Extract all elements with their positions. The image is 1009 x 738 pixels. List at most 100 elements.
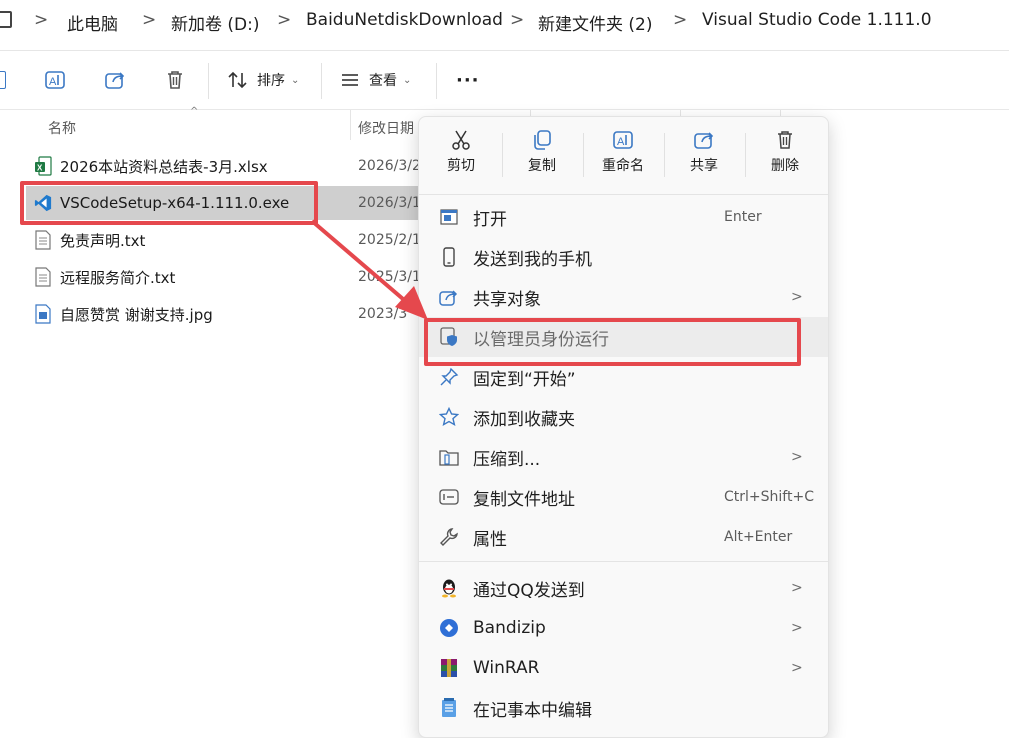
breadcrumb-new-folder[interactable]: 新建文件夹 (2) [538, 10, 652, 35]
chevron-right-icon: > [791, 580, 803, 596]
delete-button[interactable] [163, 65, 187, 95]
menu-item-label: 发送到我的手机 [473, 249, 592, 270]
bandizip-icon [439, 618, 459, 638]
menu-item-copy-path[interactable]: 复制文件地址 Ctrl+Shift+C [419, 477, 828, 517]
file-name: 自愿赞赏 谢谢支持.jpg [60, 305, 213, 324]
chevron-right-icon: > [791, 449, 803, 465]
share-icon [105, 72, 125, 89]
svg-text:X: X [37, 164, 43, 173]
rename-icon: A [45, 71, 65, 89]
menu-item-winrar[interactable]: WinRAR > [419, 648, 828, 688]
chevron-right-icon: > [791, 660, 803, 676]
column-header-modified[interactable]: 修改日期 [358, 118, 414, 138]
new-item-icon[interactable] [0, 71, 6, 89]
menu-item-label: 添加到收藏夹 [473, 409, 575, 430]
file-date: 2025/3/1 [358, 269, 421, 285]
image-icon [34, 304, 52, 324]
sort-button[interactable]: 排序 ⌄ [227, 65, 299, 95]
star-icon [439, 407, 459, 427]
file-date: 2023/3 [358, 306, 408, 322]
chevron-right-icon: > [142, 10, 157, 30]
view-label: 查看 [369, 73, 397, 89]
chevron-right-icon: > [791, 620, 803, 636]
menu-item-add-to-favorites[interactable]: 添加到收藏夹 [419, 397, 828, 437]
pin-icon [439, 367, 459, 387]
cut-label: 剪切 [447, 158, 475, 174]
file-row[interactable]: 自愿赞赏 谢谢支持.jpg 2023/3 [26, 297, 420, 331]
breadcrumb-this-pc[interactable]: 此电脑 [67, 10, 118, 35]
menu-item-share-with[interactable]: 共享对象 > [419, 277, 828, 317]
quick-action-separator [745, 133, 746, 177]
delete-label: 删除 [771, 158, 799, 174]
menu-item-send-via-qq[interactable]: 通过QQ发送到 > [419, 568, 828, 608]
menu-separator [419, 194, 828, 195]
file-row[interactable]: 免责声明.txt 2025/2/1 [26, 223, 421, 257]
chevron-down-icon: ⌄ [291, 74, 300, 86]
menu-item-bandizip[interactable]: Bandizip > [419, 608, 828, 648]
menu-separator [419, 561, 828, 562]
sort-icon [228, 71, 247, 89]
menu-item-label: WinRAR [473, 658, 540, 678]
file-date: 2025/2/1 [358, 232, 421, 248]
svg-text:A: A [49, 76, 57, 88]
svg-text:A: A [617, 136, 625, 148]
file-name: 免责声明.txt [60, 231, 146, 250]
annotation-highlight-box [20, 181, 318, 225]
file-date: 2026/3/1 [358, 195, 421, 211]
view-button[interactable]: 查看 ⌄ [339, 65, 411, 95]
share-button[interactable] [103, 65, 127, 95]
cut-button[interactable]: 剪切 [424, 129, 498, 185]
file-row[interactable]: 远程服务简介.txt 2025/3/1 [26, 260, 421, 294]
delete-icon [778, 131, 792, 149]
menu-item-label: 压缩到... [473, 449, 541, 470]
sort-ascending-icon: ^ [190, 106, 199, 117]
rename-button[interactable]: A [43, 65, 67, 95]
delete-button[interactable]: 删除 [748, 129, 822, 185]
chevron-right-icon: > [510, 10, 525, 30]
menu-item-properties[interactable]: 属性 Alt+Enter [419, 517, 828, 557]
copy-label: 复制 [528, 158, 556, 174]
txt-icon [34, 230, 52, 250]
toolbar-separator [208, 63, 209, 99]
rename-button[interactable]: A 重命名 [586, 129, 660, 185]
menu-item-open[interactable]: 打开 Enter [419, 197, 828, 237]
toolbar-separator [321, 63, 322, 99]
notepad-icon [439, 698, 459, 718]
menu-item-label: Bandizip [473, 618, 546, 638]
excel-icon: X [34, 156, 52, 176]
menu-item-label: 打开 [473, 209, 507, 230]
txt-icon [34, 267, 52, 287]
file-name: 远程服务简介.txt [60, 268, 176, 287]
menu-item-label: 共享对象 [473, 289, 541, 310]
breadcrumb-baidunetdisk[interactable]: BaiduNetdiskDownload [306, 10, 503, 30]
menu-item-shortcut: Alt+Enter [724, 529, 793, 545]
breadcrumb-drive-d[interactable]: 新加卷 (D:) [171, 10, 260, 35]
menu-item-compress-to[interactable]: 压缩到... > [419, 437, 828, 477]
menu-item-send-to-phone[interactable]: 发送到我的手机 [419, 237, 828, 277]
column-header-name[interactable]: 名称 [48, 118, 76, 138]
delete-icon [168, 71, 182, 89]
breadcrumb-vscode-folder[interactable]: Visual Studio Code 1.111.0 [702, 10, 932, 30]
share-button[interactable]: 共享 [667, 129, 741, 185]
sort-label: 排序 [257, 73, 285, 89]
copy-button[interactable]: 复制 [505, 129, 579, 185]
phone-icon [439, 247, 459, 267]
more-options-button[interactable]: ··· [456, 65, 480, 95]
winrar-icon [439, 658, 459, 678]
open-icon [439, 207, 459, 227]
wrench-icon [439, 527, 459, 547]
chevron-down-icon: ⌄ [403, 74, 412, 86]
annotation-highlight-box [424, 318, 801, 366]
file-name: 2026本站资料总结表-3月.xlsx [60, 157, 268, 176]
context-menu: 剪切 复制 A 重命名 共享 删除 打开 Enter 发送到我的手机 共享对象 … [418, 116, 829, 738]
file-row[interactable]: X 2026本站资料总结表-3月.xlsx 2026/3/2 [26, 149, 421, 183]
rename-icon: A [613, 131, 633, 149]
menu-item-edit-in-notepad[interactable]: 在记事本中编辑 [419, 688, 828, 728]
command-bar: A 排序 ⌄ 查看 ⌄ ··· [0, 51, 1009, 110]
zip-icon [439, 447, 459, 467]
column-separator[interactable] [350, 110, 351, 140]
menu-item-shortcut: Ctrl+Shift+C [724, 489, 814, 505]
toolbar-separator [436, 63, 437, 99]
copy-icon [534, 130, 551, 150]
address-bar[interactable]: > 此电脑 > 新加卷 (D:) > BaiduNetdiskDownload … [0, 0, 1009, 44]
